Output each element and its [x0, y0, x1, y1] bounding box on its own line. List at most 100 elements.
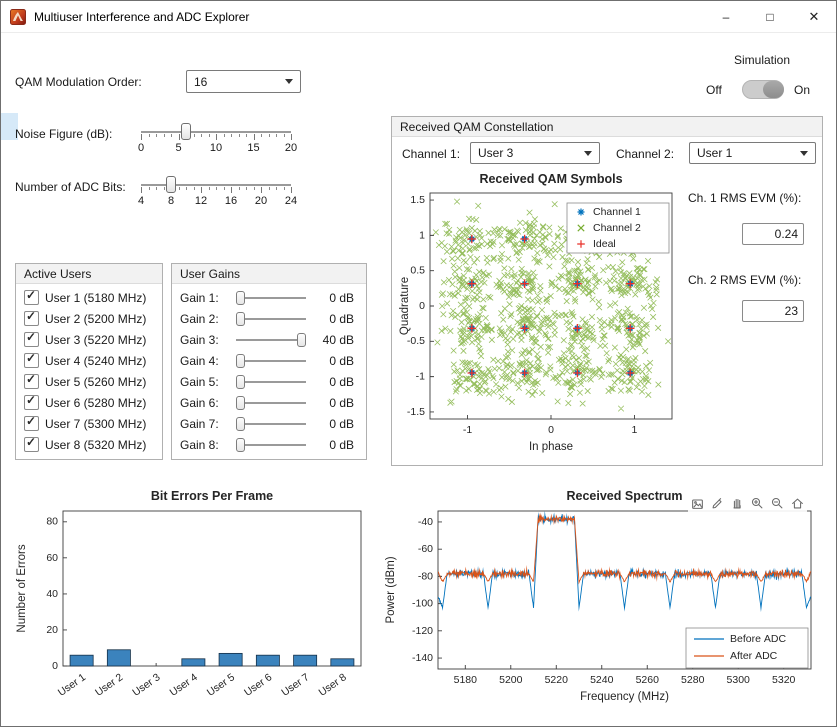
slider-track: [141, 184, 291, 186]
ch2-evm-field[interactable]: 23: [742, 300, 804, 322]
noise-figure-label: Noise Figure (dB):: [15, 127, 112, 141]
spectrum-chart-canvas[interactable]: [379, 485, 831, 725]
brush-icon[interactable]: [709, 495, 726, 512]
active-user-row[interactable]: ✓User 1 (5180 MHz): [16, 287, 162, 308]
checkbox[interactable]: ✓: [24, 374, 39, 389]
adc-bits-slider[interactable]: 4812162024: [141, 176, 291, 212]
noise-figure-slider[interactable]: 05101520: [141, 123, 291, 159]
slider-thumb[interactable]: [181, 123, 191, 140]
active-user-row[interactable]: ✓ User 6 (5280 MHz): [16, 392, 162, 413]
gain-value: 40 dB: [323, 333, 354, 347]
channel1-value: User 3: [478, 146, 513, 160]
checkbox-label: User 8 (5320 MHz): [45, 438, 146, 452]
slider-track: [141, 131, 291, 133]
checkbox[interactable]: ✓: [24, 395, 39, 410]
slider-track: [236, 360, 306, 362]
checkbox[interactable]: ✓: [24, 416, 39, 431]
gain-row: Gain 7:0 dB: [172, 413, 366, 434]
checkmark-icon: ✓: [26, 330, 36, 344]
checkbox-label: User 2 (5200 MHz): [45, 312, 146, 326]
slider-tick: [224, 187, 225, 190]
slider-thumb[interactable]: [236, 354, 245, 368]
slider-thumb[interactable]: [236, 375, 245, 389]
channel1-label: Channel 1:: [402, 147, 460, 161]
gain-slider[interactable]: [236, 290, 306, 306]
gain-slider[interactable]: [236, 374, 306, 390]
checkmark-icon: ✓: [26, 435, 36, 449]
close-button[interactable]: ✕: [792, 1, 836, 32]
qam-order-label: QAM Modulation Order:: [15, 75, 142, 89]
slider-tick-label: 15: [247, 142, 259, 154]
pan-icon[interactable]: [729, 495, 746, 512]
gain-label: Gain 2:: [180, 312, 230, 326]
user-gains-panel: User Gains Gain 1:0 dBGain 2:0 dBGain 3:…: [171, 263, 367, 460]
slider-tick: [276, 187, 277, 190]
chevron-down-icon: [285, 79, 293, 84]
slider-thumb[interactable]: [166, 176, 176, 193]
slider-thumb[interactable]: [236, 312, 245, 326]
gain-slider[interactable]: [236, 437, 306, 453]
slider-tick: [239, 134, 240, 137]
slider-tick: [254, 187, 255, 190]
ch1-evm-field[interactable]: 0.24: [742, 223, 804, 245]
constellation-plot-canvas[interactable]: [394, 169, 686, 465]
checkbox-label: User 4 (5240 MHz): [45, 354, 146, 368]
maximize-button[interactable]: □: [748, 1, 792, 32]
slider-tick: [291, 187, 292, 193]
gain-row: Gain 3: 40 dB: [172, 329, 366, 350]
active-user-row[interactable]: ✓User 5 (5260 MHz): [16, 371, 162, 392]
window-title: Multiuser Interference and ADC Explorer: [34, 10, 249, 24]
qam-order-dropdown[interactable]: 16: [186, 70, 301, 93]
active-user-row[interactable]: ✓User 7 (5300 MHz): [16, 413, 162, 434]
switch-knob[interactable]: [763, 81, 784, 98]
simulation-switch[interactable]: [742, 80, 784, 99]
slider-tick-label: 0: [138, 142, 144, 154]
home-icon[interactable]: [789, 495, 806, 512]
slider-thumb[interactable]: [236, 417, 245, 431]
slider-tick: [149, 134, 150, 137]
checkbox-label: User 3 (5220 MHz): [45, 333, 146, 347]
checkbox[interactable]: ✓: [24, 311, 39, 326]
slider-tick: [216, 187, 217, 190]
ch1-evm-label: Ch. 1 RMS EVM (%):: [688, 191, 801, 205]
slider-thumb[interactable]: [236, 396, 245, 410]
active-user-row[interactable]: ✓ User 3 (5220 MHz): [16, 329, 162, 350]
slider-thumb[interactable]: [236, 438, 245, 452]
slider-tick: [269, 134, 270, 137]
gain-value: 0 dB: [329, 438, 354, 452]
slider-track: [236, 318, 306, 320]
checkmark-icon: ✓: [26, 393, 36, 407]
channel2-dropdown[interactable]: User 1: [689, 142, 816, 164]
checkbox[interactable]: ✓: [24, 290, 39, 305]
checkbox[interactable]: ✓: [24, 353, 39, 368]
active-user-row[interactable]: ✓ User 8 (5320 MHz): [16, 434, 162, 455]
slider-thumb[interactable]: [236, 291, 245, 305]
chevron-down-icon: [800, 151, 808, 156]
channel1-dropdown[interactable]: User 3: [470, 142, 600, 164]
user-gains-list: Gain 1:0 dBGain 2:0 dBGain 3:40 dBGain 4…: [172, 284, 366, 455]
slider-tick: [284, 187, 285, 190]
checkmark-icon: ✓: [26, 309, 36, 323]
slider-tick-label: 8: [168, 195, 174, 207]
simulation-label: Simulation: [734, 53, 790, 67]
bit-errors-chart-canvas[interactable]: [9, 485, 377, 725]
gain-label: Gain 5:: [180, 375, 230, 389]
gain-slider[interactable]: [236, 416, 306, 432]
zoom-in-icon[interactable]: [749, 495, 766, 512]
gain-slider[interactable]: [236, 395, 306, 411]
slider-thumb[interactable]: [297, 333, 306, 347]
gain-slider[interactable]: [236, 353, 306, 369]
active-user-row[interactable]: ✓ User 2 (5200 MHz): [16, 308, 162, 329]
slider-tick: [224, 134, 225, 137]
export-icon[interactable]: [689, 495, 706, 512]
active-user-row[interactable]: ✓ User 4 (5240 MHz): [16, 350, 162, 371]
zoom-out-icon[interactable]: [769, 495, 786, 512]
gain-slider[interactable]: [236, 332, 306, 348]
slider-tick-label: 4: [138, 195, 144, 207]
gain-label: Gain 3:: [180, 333, 230, 347]
checkbox[interactable]: ✓: [24, 332, 39, 347]
checkbox-label: User 6 (5280 MHz): [45, 396, 146, 410]
minimize-button[interactable]: –: [704, 1, 748, 32]
gain-slider[interactable]: [236, 311, 306, 327]
checkbox[interactable]: ✓: [24, 437, 39, 452]
